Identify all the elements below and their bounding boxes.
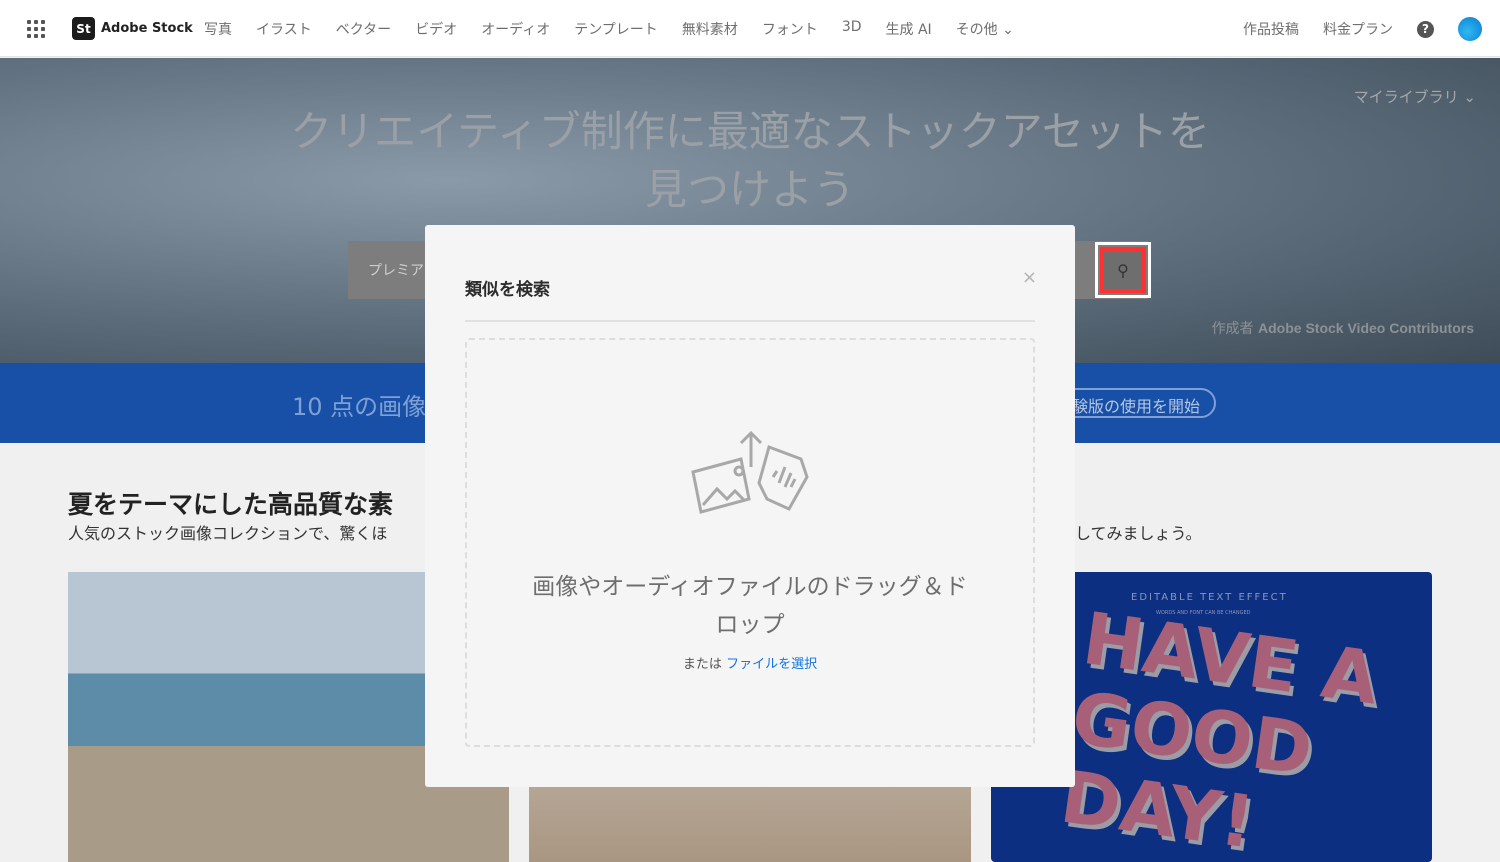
nav-item-illustrations[interactable]: イラスト — [256, 19, 312, 39]
section-subtitle: 人気のストック画像コレクションで、驚くほ — [68, 524, 388, 543]
pricing-link[interactable]: 料金プラン — [1323, 19, 1393, 39]
hero-credit: 作成者 Adobe Stock Video Contributors — [1212, 318, 1474, 338]
drop-instruction: 画像やオーディオファイルのドラッグ＆ドロップ — [532, 574, 968, 638]
section-subtitle-tail: してみましょう。 — [1075, 524, 1202, 543]
top-nav: St Adobe Stock 写真 イラスト ベクター ビデオ オーディオ テンプ… — [0, 0, 1500, 57]
section-title: 夏をテーマにした高品質な素 — [68, 490, 394, 519]
select-file-link[interactable]: ファイルを選択 — [726, 657, 817, 672]
visual-search-dialog: 類似を検索 × 画像やオーディオファイルのドラッグ＆ドロップ または ファイルを… — [425, 225, 1075, 787]
banner-text: 10 点の画像 — [292, 393, 427, 421]
credit-name[interactable]: Adobe Stock Video Contributors — [1258, 320, 1474, 336]
card-art-text: HAVE A GOOD DAY! — [1055, 596, 1384, 862]
nav-right: 作品投稿 料金プラン ? — [1243, 17, 1482, 41]
drop-zone[interactable]: 画像やオーディオファイルのドラッグ＆ドロップ または ファイルを選択 — [465, 338, 1035, 747]
brand-name: Adobe Stock — [101, 21, 193, 36]
nav-item-audio[interactable]: オーディオ — [481, 19, 550, 39]
nav-item-photos[interactable]: 写真 — [204, 19, 232, 39]
credit-prefix: 作成者 — [1211, 321, 1254, 337]
nav-item-templates[interactable]: テンプレート — [574, 19, 658, 39]
avatar[interactable] — [1458, 17, 1482, 41]
divider — [465, 320, 1035, 322]
nav-item-free[interactable]: 無料素材 — [682, 19, 738, 39]
visual-search-button[interactable]: ⚲ — [1095, 242, 1151, 298]
hero-title: クリエイティブ制作に最適なストックアセットを見つけよう — [290, 107, 1210, 214]
visual-search-icon: ⚲ — [1100, 247, 1146, 293]
or-label: または — [682, 657, 722, 672]
app-switcher-icon[interactable] — [27, 20, 45, 38]
help-icon[interactable]: ? — [1417, 20, 1434, 38]
dialog-title: 類似を検索 — [465, 280, 550, 300]
nav-item-vectors[interactable]: ベクター — [336, 19, 391, 39]
close-icon[interactable]: × — [1022, 267, 1037, 288]
nav-item-3d[interactable]: 3D — [842, 19, 862, 39]
nav-menu: 写真 イラスト ベクター ビデオ オーディオ テンプレート 無料素材 フォント … — [204, 19, 1014, 39]
nav-item-more[interactable]: その他 ⌄ — [956, 19, 1014, 39]
nav-item-videos[interactable]: ビデオ — [415, 19, 457, 39]
contribute-link[interactable]: 作品投稿 — [1243, 19, 1299, 39]
upload-image-audio-icon — [691, 430, 809, 514]
adobe-stock-logo[interactable]: St Adobe Stock — [72, 17, 193, 40]
card-effect-label: EDITABLE TEXT EFFECT — [1131, 592, 1288, 603]
nav-item-gen-ai[interactable]: 生成 AI — [886, 19, 932, 39]
file-select-row: または ファイルを選択 — [467, 653, 1033, 672]
my-library-dropdown[interactable]: マイライブラリ ⌄ — [1354, 86, 1476, 107]
logo-mark: St — [72, 17, 95, 40]
nav-item-fonts[interactable]: フォント — [762, 19, 818, 39]
